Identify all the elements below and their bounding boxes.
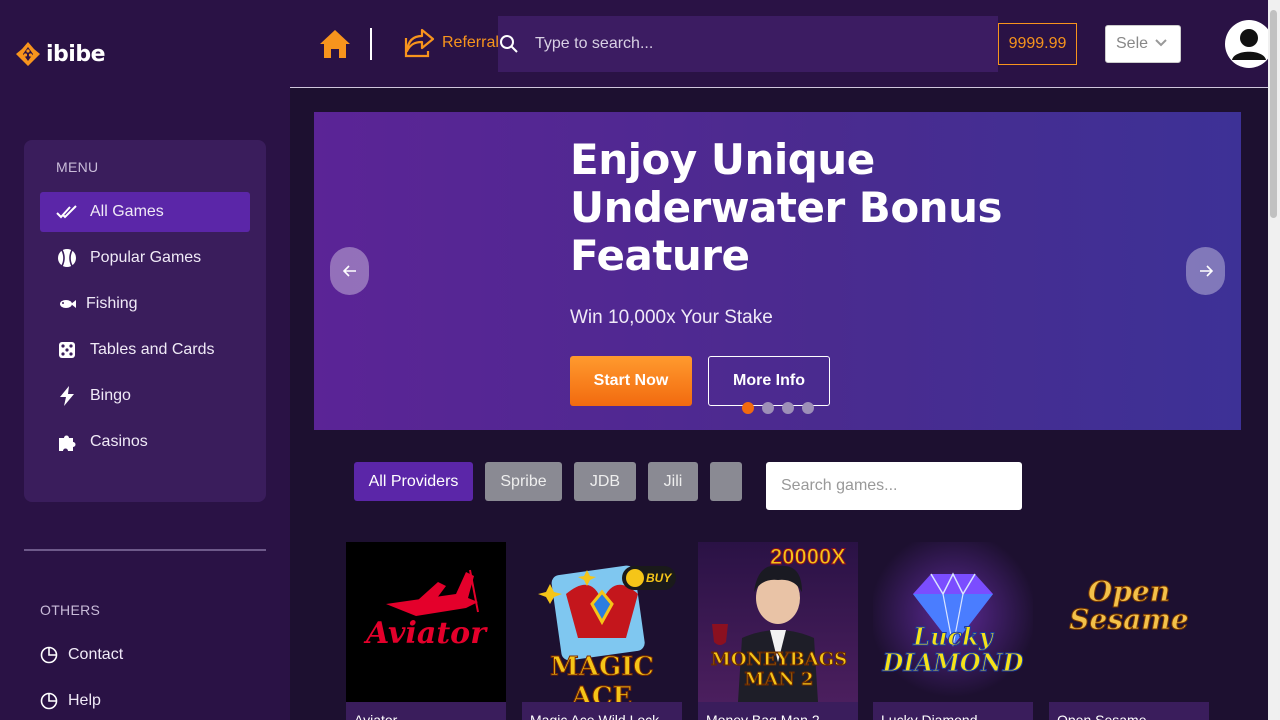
game-art-text: MAGIC ACE xyxy=(549,652,654,703)
carousel-dot[interactable] xyxy=(762,402,774,414)
referral-label: Referral xyxy=(442,34,499,51)
sidebar-item-bingo[interactable]: Bingo xyxy=(40,376,250,416)
sidebar-item-help[interactable]: Help xyxy=(40,692,101,710)
user-avatar[interactable] xyxy=(1225,20,1273,68)
sidebar-item-label: Help xyxy=(68,692,101,709)
game-thumbnail: Open Sesame xyxy=(1049,542,1209,702)
game-thumbnail: Aviator xyxy=(346,542,506,702)
hero-title: Enjoy Unique Underwater Bonus Feature xyxy=(570,135,1002,280)
hero-banner: Enjoy Unique Underwater Bonus Feature Wi… xyxy=(314,112,1241,430)
page-scrollbar[interactable] xyxy=(1268,0,1280,720)
brand-name: ibibe xyxy=(46,41,106,67)
game-name: Aviator xyxy=(346,702,506,720)
carousel-dots xyxy=(742,402,814,414)
carousel-dot[interactable] xyxy=(742,402,754,414)
carousel-prev-button[interactable] xyxy=(330,247,369,295)
game-thumbnail: 20000X MONEYBAGS MAN 2 xyxy=(698,542,858,702)
sidebar-item-tables-and-cards[interactable]: Tables and Cards xyxy=(40,330,250,370)
more-info-button[interactable]: More Info xyxy=(708,356,830,406)
sidebar-item-casinos[interactable]: Casinos xyxy=(40,422,250,462)
game-name: Open Sesame xyxy=(1049,702,1209,720)
game-card-lucky-diamond[interactable]: Lucky DIAMOND Lucky Diamond xyxy=(873,542,1033,720)
game-thumbnail: Lucky DIAMOND xyxy=(873,542,1033,702)
brand-logo[interactable]: ibibe xyxy=(14,40,106,68)
game-art-text: MONEYBAGS MAN 2 xyxy=(710,649,848,690)
sidebar-item-label: Casinos xyxy=(90,433,148,450)
game-search-input[interactable] xyxy=(781,477,1011,495)
game-card-open-sesame[interactable]: Open Sesame Open Sesame xyxy=(1049,542,1209,720)
provider-filter-jili[interactable]: Jili xyxy=(648,462,698,501)
scrollbar-thumb[interactable] xyxy=(1270,10,1277,218)
game-thumbnail: BUY MAGIC ACE xyxy=(522,542,682,702)
carousel-dot[interactable] xyxy=(802,402,814,414)
sidebar-item-label: All Games xyxy=(90,203,164,220)
dice-logo-icon xyxy=(16,42,40,66)
pie-chart-icon xyxy=(40,692,58,710)
bolt-icon xyxy=(56,385,78,407)
game-name: Magic Ace Wild Lock xyxy=(522,702,682,720)
sidebar-item-fishing[interactable]: Fishing xyxy=(40,284,250,324)
provider-filter-all[interactable]: All Providers xyxy=(354,462,473,501)
provider-filter-spribe[interactable]: Spribe xyxy=(485,462,562,501)
multiplier-badge: 20000X xyxy=(770,544,847,570)
language-select-value: Sele xyxy=(1116,35,1149,52)
chevron-down-icon xyxy=(1155,39,1167,47)
arrow-left-icon xyxy=(342,265,356,277)
search-icon xyxy=(500,35,518,53)
user-icon xyxy=(1232,29,1266,60)
baseball-icon xyxy=(56,247,78,269)
language-select[interactable]: Sele xyxy=(1105,25,1181,63)
sidebar-item-label: Popular Games xyxy=(90,249,202,266)
game-art-text: Open Sesame xyxy=(1069,575,1189,636)
sidebar-item-popular-games[interactable]: Popular Games xyxy=(40,238,250,278)
game-art-text: Lucky DIAMOND xyxy=(882,622,1024,677)
start-now-button[interactable]: Start Now xyxy=(570,356,692,406)
carousel-next-button[interactable] xyxy=(1186,247,1225,295)
menu-title: MENU xyxy=(56,159,99,175)
game-art-text: Aviator xyxy=(366,616,486,651)
puzzle-icon xyxy=(56,431,78,453)
header-separator xyxy=(370,28,372,60)
sidebar: ibibe MENU All Games Popular Games Fishi… xyxy=(0,0,290,720)
referral-button[interactable]: Referral xyxy=(402,27,499,59)
home-icon[interactable] xyxy=(318,27,352,61)
game-name: Lucky Diamond xyxy=(873,702,1033,720)
sidebar-item-contact[interactable]: Contact xyxy=(40,646,123,664)
top-header: Referral 9999.99 Sele xyxy=(290,0,1280,88)
carousel-dot[interactable] xyxy=(782,402,794,414)
others-title: OTHERS xyxy=(40,602,101,618)
sidebar-item-label: Contact xyxy=(68,646,124,663)
pie-chart-icon xyxy=(40,646,58,664)
double-check-icon xyxy=(56,201,78,223)
sidebar-item-label: Tables and Cards xyxy=(90,341,215,358)
sidebar-item-all-games[interactable]: All Games xyxy=(40,192,250,232)
sidebar-item-label: Fishing xyxy=(86,295,138,312)
sidebar-item-label: Bingo xyxy=(90,387,131,404)
hero-subtitle: Win 10,000x Your Stake xyxy=(570,307,773,328)
game-card-aviator[interactable]: Aviator Aviator xyxy=(346,542,506,720)
provider-filter-unnamed[interactable] xyxy=(710,462,742,501)
menu-panel: MENU All Games Popular Games Fishing Tab… xyxy=(24,140,266,502)
site-search xyxy=(498,16,998,72)
buy-badge: BUY xyxy=(646,571,672,585)
balance-display: 9999.99 xyxy=(998,23,1077,65)
provider-filter-jdb[interactable]: JDB xyxy=(574,462,636,501)
share-icon xyxy=(404,28,435,58)
game-card-magic-ace[interactable]: BUY MAGIC ACE Magic Ace Wild Lock xyxy=(522,542,682,720)
game-card-money-bag-man[interactable]: 20000X MONEYBAGS MAN 2 Money Bag Man 2 xyxy=(698,542,858,720)
search-input[interactable] xyxy=(535,35,975,53)
game-name: Money Bag Man 2 xyxy=(698,702,858,720)
game-search xyxy=(766,462,1022,510)
sidebar-divider xyxy=(24,549,266,551)
fish-icon xyxy=(56,293,78,315)
dice-icon xyxy=(56,339,78,361)
arrow-right-icon xyxy=(1199,265,1213,277)
